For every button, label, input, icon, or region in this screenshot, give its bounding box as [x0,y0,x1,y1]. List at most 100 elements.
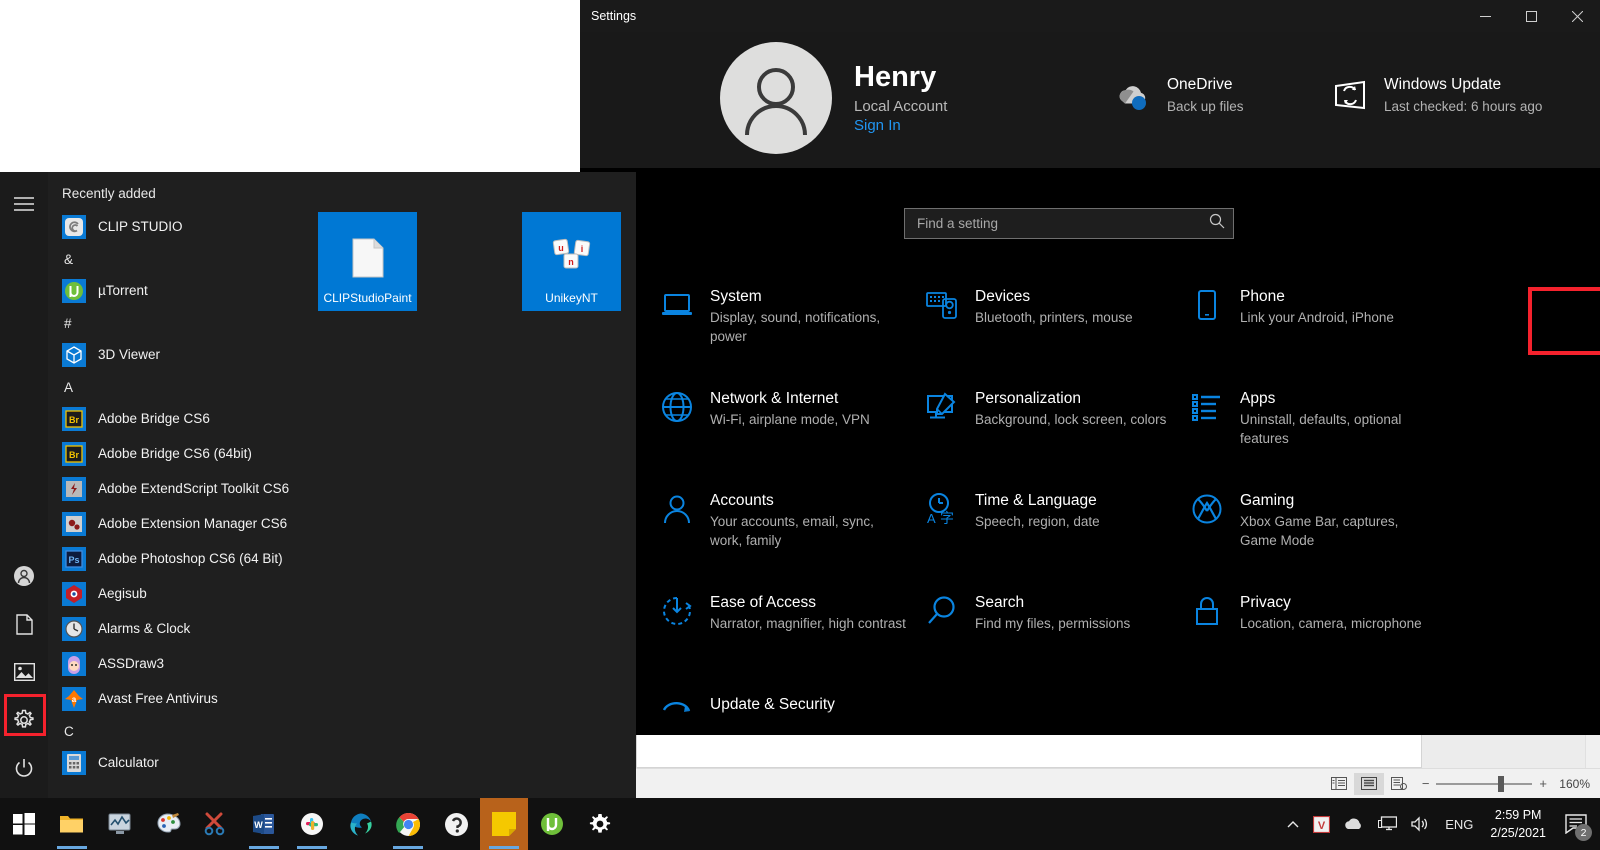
cloud-icon[interactable] [1337,798,1371,850]
app-label: Adobe Photoshop CS6 (64 Bit) [98,551,283,566]
category-subtitle: Uninstall, defaults, optional features [1240,411,1436,448]
taskbar-sticky-notes[interactable] [480,798,528,850]
search-box[interactable] [904,208,1234,239]
list-item[interactable]: 3D Viewer [48,337,310,372]
account-icon[interactable] [0,552,48,600]
action-center-icon[interactable]: 2 [1556,798,1596,850]
desktop-screen: ▲ ▼ − + 160% [0,0,1600,850]
recently-added-label: Recently added [48,172,310,209]
list-item[interactable]: ASSDraw3 [48,646,310,681]
taskbar-paint[interactable] [144,798,192,850]
zoom-in-button[interactable]: + [1539,776,1547,791]
windows-start-icon[interactable] [0,798,48,850]
tile-clipstudiopaint[interactable]: CLIPStudioPaint [318,212,417,311]
speaker-icon[interactable] [1404,798,1438,850]
read-mode-icon[interactable] [1324,773,1354,795]
language-indicator[interactable]: ENG [1438,798,1480,850]
category-accounts[interactable]: Accounts Your accounts, email, sync, wor… [660,482,925,584]
category-subtitle: Xbox Game Bar, captures, Game Mode [1240,513,1436,550]
list-item[interactable]: Br Adobe Bridge CS6 [48,401,310,436]
list-item[interactable]: Br Adobe Bridge CS6 (64bit) [48,436,310,471]
category-title: Update & Security [710,695,835,714]
taskbar-settings[interactable] [576,798,624,850]
category-gaming[interactable]: Gaming Xbox Game Bar, captures, Game Mod… [1190,482,1490,584]
taskbar-file-explorer[interactable] [48,798,96,850]
sign-in-link[interactable]: Sign In [854,117,947,134]
account-block[interactable]: Henry Local Account Sign In [720,42,947,154]
letter-header[interactable]: # [48,308,310,337]
category-system[interactable]: System Display, sound, notifications, po… [660,278,925,380]
network-monitor-icon[interactable] [1371,798,1404,850]
category-devices[interactable]: Devices Bluetooth, printers, mouse [925,278,1190,380]
onedrive-title: OneDrive [1167,76,1244,95]
category-apps[interactable]: Apps Uninstall, defaults, optional featu… [1190,380,1490,482]
close-button[interactable] [1554,0,1600,32]
category-search[interactable]: Search Find my files, permissions [925,584,1190,686]
category-network-internet[interactable]: Network & Internet Wi-Fi, airplane mode,… [660,380,925,482]
svg-text:V: V [1318,820,1326,832]
gear-icon[interactable] [0,696,48,744]
power-icon[interactable] [0,744,48,792]
taskbar-audio-tool[interactable] [96,798,144,850]
taskbar-slack[interactable] [288,798,336,850]
list-item[interactable]: Adobe Extension Manager CS6 [48,506,310,541]
zoom-out-button[interactable]: − [1422,776,1430,791]
category-time-language[interactable]: A 字 Time & Language Speech, region, date [925,482,1190,584]
list-item[interactable]: Ps Adobe Photoshop CS6 (64 Bit) [48,541,310,576]
letter-header[interactable]: & [48,244,310,273]
chevron-up-icon[interactable] [1280,798,1306,850]
list-item[interactable]: a Avast Free Antivirus [48,681,310,716]
zoom-thumb[interactable] [1498,776,1504,792]
search-icon[interactable] [1209,213,1225,234]
taskbar-word[interactable]: W [240,798,288,850]
utorrent-icon [62,279,86,303]
start-menu: Recently added CLIP STUDIO & µTorrent # [0,172,636,798]
documents-icon[interactable] [0,600,48,648]
avatar[interactable] [720,42,832,154]
list-item[interactable]: Aegisub [48,576,310,611]
pictures-icon[interactable] [0,648,48,696]
category-subtitle: Bluetooth, printers, mouse [975,309,1133,328]
header-item-onedrive[interactable]: OneDrive Back up files [1113,76,1244,116]
desktop-blank-area [0,0,580,168]
unikey-v-icon[interactable]: V [1306,798,1337,850]
list-item[interactable]: Adobe ExtendScript Toolkit CS6 [48,471,310,506]
header-item-windows-update[interactable]: Windows Update Last checked: 6 hours ago [1330,76,1542,116]
category-ease-of-access[interactable]: Ease of Access Narrator, magnifier, high… [660,584,925,686]
zoom-track[interactable] [1436,783,1532,785]
zoom-level-label[interactable]: 160% [1554,777,1590,791]
taskbar-snipping-tool[interactable] [192,798,240,850]
start-app-list[interactable]: Recently added CLIP STUDIO & µTorrent # [48,172,310,798]
taskbar-chrome[interactable] [384,798,432,850]
category-update-security[interactable]: Update & Security [660,686,925,735]
category-subtitle: Link your Android, iPhone [1240,309,1394,328]
list-item[interactable]: Alarms & Clock [48,611,310,646]
search-input[interactable] [917,216,1209,231]
hamburger-menu-icon[interactable] [0,180,48,228]
taskbar-edge[interactable] [336,798,384,850]
notification-count-badge: 2 [1575,824,1592,841]
taskbar-utorrent[interactable] [528,798,576,850]
category-subtitle: Find my files, permissions [975,615,1130,634]
web-layout-icon[interactable] [1384,773,1414,795]
zoom-slider[interactable]: − + 160% [1422,776,1590,791]
list-item[interactable]: Calculator [48,745,310,780]
clock[interactable]: 2:59 PM 2/25/2021 [1480,798,1556,850]
letter-header[interactable]: C [48,716,310,745]
list-item[interactable]: µTorrent [48,273,310,308]
category-personalization[interactable]: Personalization Background, lock screen,… [925,380,1190,482]
print-layout-icon[interactable] [1354,773,1384,795]
find-a-setting[interactable] [904,208,1234,239]
category-title: Time & Language [975,491,1100,510]
devices-icon [925,288,959,322]
taskbar: W [0,798,1600,850]
list-item[interactable]: CLIP STUDIO [48,209,310,244]
category-phone[interactable]: Phone Link your Android, iPhone [1190,278,1490,380]
minimize-button[interactable] [1462,0,1508,32]
taskbar-teamviewer[interactable] [432,798,480,850]
maximize-button[interactable] [1508,0,1554,32]
letter-header[interactable]: A [48,372,310,401]
category-privacy[interactable]: Privacy Location, camera, microphone [1190,584,1490,686]
tile-unikeynt[interactable]: u i n UnikeyNT [522,212,621,311]
settings-category-grid: System Display, sound, notifications, po… [660,278,1560,735]
